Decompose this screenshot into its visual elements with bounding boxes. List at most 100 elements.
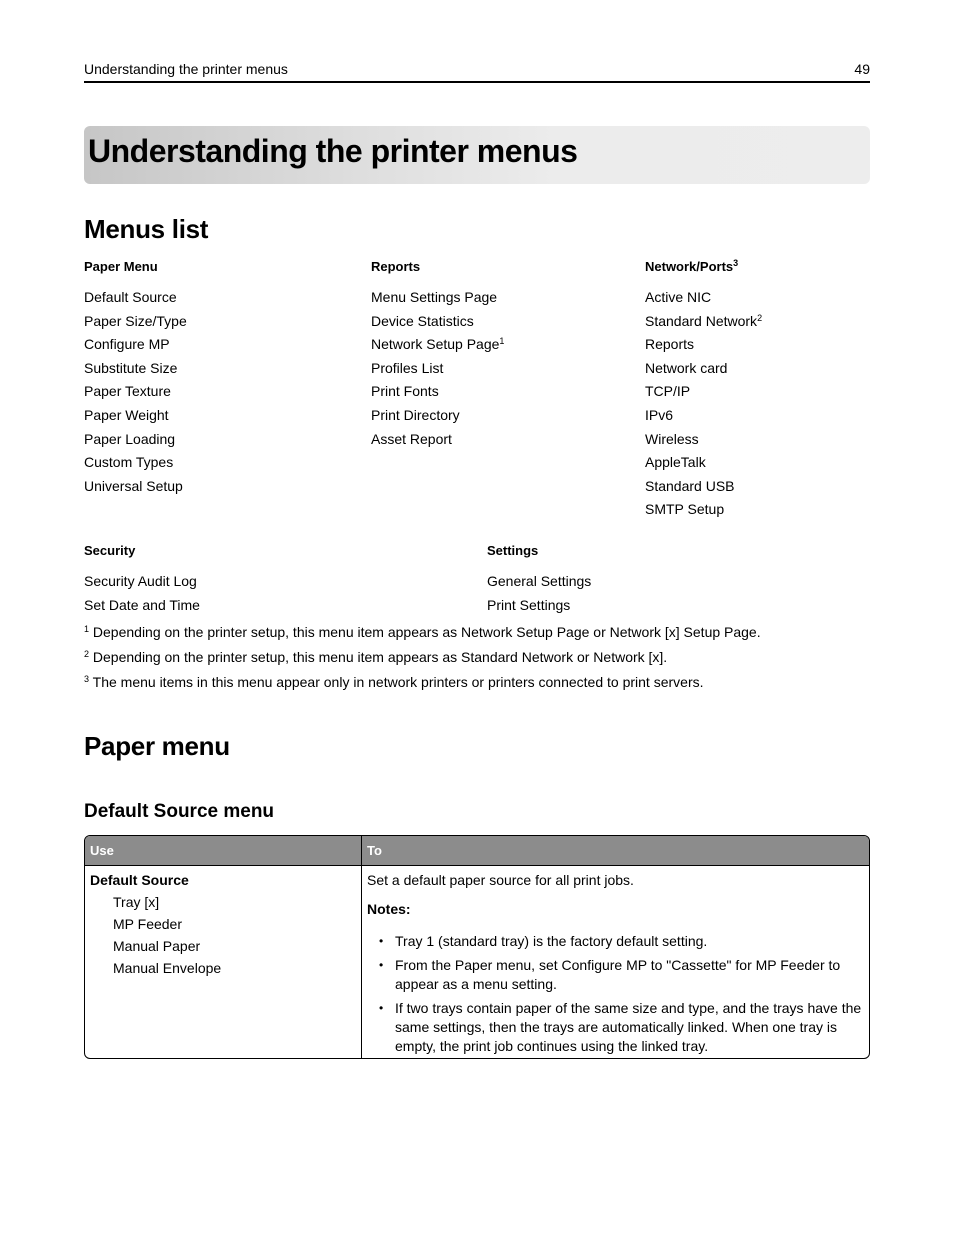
menu-item-label: Active NIC bbox=[645, 289, 712, 305]
menu-item-label: Print Settings bbox=[487, 596, 571, 613]
footnote: 3 The menu items in this menu appear onl… bbox=[84, 674, 761, 699]
menu-item: AppleTalk bbox=[645, 454, 762, 478]
menu-column-title: Security bbox=[84, 543, 200, 573]
menu-item-label: Print Fonts bbox=[371, 383, 439, 400]
column-header-to: To bbox=[367, 843, 382, 858]
use-option: MP Feeder bbox=[113, 916, 182, 932]
footnote-text: Depending on the printer setup, this men… bbox=[89, 649, 668, 665]
column-divider bbox=[361, 836, 362, 1058]
menu-item: Substitute Size bbox=[84, 360, 187, 384]
menu-column-network-ports: Network/Ports3 Active NIC Standard Network… bbox=[645, 259, 762, 525]
menu-item-label: Standard Network bbox=[645, 312, 758, 329]
menu-item: Network Setup Page1 bbox=[371, 336, 504, 360]
menu-item: Set Date and Time bbox=[84, 597, 200, 621]
note-text: Tray 1 (standard tray) is the factory de… bbox=[395, 933, 708, 949]
menu-item: Standard USB bbox=[645, 478, 762, 502]
menu-item-label: IPv6 bbox=[645, 406, 674, 423]
menu-column-security: Security Security Audit Log Set Date and T… bbox=[84, 543, 200, 620]
menu-item: Paper Texture bbox=[84, 383, 187, 407]
menu-column-title-text: Reports bbox=[371, 259, 421, 274]
menu-column-paper-menu: Paper Menu Default Source Paper Size/Type C… bbox=[84, 259, 187, 501]
bullet-icon: • bbox=[379, 958, 384, 972]
menu-column-title: Network/Ports3 bbox=[645, 259, 762, 289]
menu-item-label: TCP/IP bbox=[645, 383, 691, 400]
menu-item: Wireless bbox=[645, 431, 762, 455]
chapter-banner: Understanding the printer menus bbox=[84, 126, 870, 184]
menu-column-title-text: Settings bbox=[487, 543, 539, 558]
menu-item: Print Fonts bbox=[371, 383, 504, 407]
note-text: From the Paper menu, set Configure MP to… bbox=[395, 957, 841, 992]
menu-item-label: Network card bbox=[645, 359, 728, 376]
menu-item-label: Wireless bbox=[645, 430, 699, 447]
running-header: Understanding the printer menus 49 bbox=[84, 61, 870, 83]
menu-item-label: Print Directory bbox=[371, 406, 460, 423]
bullet-icon: • bbox=[379, 934, 384, 948]
menu-item-label: Paper Size/Type bbox=[84, 312, 187, 329]
menu-item-label: Paper Weight bbox=[84, 406, 169, 423]
menu-item-label: Custom Types bbox=[84, 454, 174, 471]
menu-item: Default Source bbox=[84, 289, 187, 313]
menu-item-label: Universal Setup bbox=[84, 477, 183, 494]
notes-label: Notes: bbox=[367, 901, 411, 917]
menu-item: IPv6 bbox=[645, 407, 762, 431]
menu-item-label: Profiles List bbox=[371, 359, 444, 376]
menu-item-label: SMTP Setup bbox=[645, 501, 725, 518]
paper-menu-heading: Paper menu bbox=[84, 731, 230, 761]
footnote-reference: 3 bbox=[733, 258, 739, 268]
menu-item: TCP/IP bbox=[645, 383, 762, 407]
table-header-row: Use To bbox=[85, 836, 869, 866]
menu-item: Paper Size/Type bbox=[84, 313, 187, 337]
menu-column-reports: Reports Menu Settings Page Device Statisti… bbox=[371, 259, 504, 454]
menu-item-label: Substitute Size bbox=[84, 359, 178, 376]
menu-item-label: Configure MP bbox=[84, 336, 170, 353]
chapter-title: Understanding the printer menus bbox=[88, 133, 578, 169]
use-cell: Default Source Tray [x] MP Feeder Manual… bbox=[90, 872, 221, 982]
footnote-text: The menu items in this menu appear only … bbox=[89, 674, 704, 690]
menu-item-label: Paper Loading bbox=[84, 430, 176, 447]
default-source-table: Use To Default Source Tray [x] MP Feeder… bbox=[84, 835, 870, 1059]
note-item: • If two trays contain paper of the same … bbox=[367, 999, 867, 1056]
menu-item: General Settings bbox=[487, 573, 591, 597]
menu-item-label: Reports bbox=[645, 336, 695, 353]
menu-item: Active NIC bbox=[645, 289, 762, 313]
default-source-menu-heading: Default Source menu bbox=[84, 801, 275, 822]
menu-item: Print Directory bbox=[371, 407, 504, 431]
menu-item: Paper Loading bbox=[84, 431, 187, 455]
menu-item: Profiles List bbox=[371, 360, 504, 384]
footnotes: 1 Depending on the printer setup, this m… bbox=[84, 624, 761, 699]
footnote-reference: 1 bbox=[499, 336, 505, 347]
menu-item: Standard Network2 bbox=[645, 313, 762, 337]
menu-item-label: General Settings bbox=[487, 573, 592, 589]
menu-item-label: Network Setup Page bbox=[371, 336, 500, 353]
footnote: 1 Depending on the printer setup, this m… bbox=[84, 624, 761, 649]
menu-item-label: AppleTalk bbox=[645, 454, 706, 471]
use-option: Tray [x] bbox=[113, 894, 160, 910]
menu-item-label: Menu Settings Page bbox=[371, 289, 498, 305]
footnote-text: Depending on the printer setup, this men… bbox=[89, 624, 761, 640]
menu-item: Security Audit Log bbox=[84, 573, 200, 597]
note-text: If two trays contain paper of the same s… bbox=[395, 1000, 862, 1054]
note-item: • From the Paper menu, set Configure MP t… bbox=[367, 956, 867, 994]
use-title: Default Source bbox=[90, 872, 189, 888]
menu-item: Reports bbox=[645, 336, 762, 360]
to-cell: Set a default paper source for all print… bbox=[367, 872, 867, 1058]
menu-item-label: Security Audit Log bbox=[84, 573, 197, 589]
column-header-use: Use bbox=[90, 843, 114, 858]
menu-column-title-text: Network/Ports bbox=[645, 259, 734, 274]
menu-item: Custom Types bbox=[84, 454, 187, 478]
menu-column-title: Reports bbox=[371, 259, 504, 289]
menu-item-label: Asset Report bbox=[371, 430, 452, 447]
bullet-icon: • bbox=[379, 1001, 384, 1015]
menu-item: Configure MP bbox=[84, 336, 187, 360]
menus-list-heading: Menus list bbox=[84, 214, 209, 244]
menu-item-label: Device Statistics bbox=[371, 312, 474, 329]
menu-column-settings: Settings General Settings Print Settings bbox=[487, 543, 591, 620]
menu-item: Device Statistics bbox=[371, 313, 504, 337]
menu-item: Network card bbox=[645, 360, 762, 384]
menu-column-title: Settings bbox=[487, 543, 591, 573]
menu-item: Paper Weight bbox=[84, 407, 187, 431]
notes-list: • Tray 1 (standard tray) is the factory d… bbox=[367, 932, 867, 1056]
use-option: Manual Envelope bbox=[113, 960, 222, 976]
menu-item-label: Default Source bbox=[84, 289, 177, 305]
menu-item: Asset Report bbox=[371, 431, 504, 455]
